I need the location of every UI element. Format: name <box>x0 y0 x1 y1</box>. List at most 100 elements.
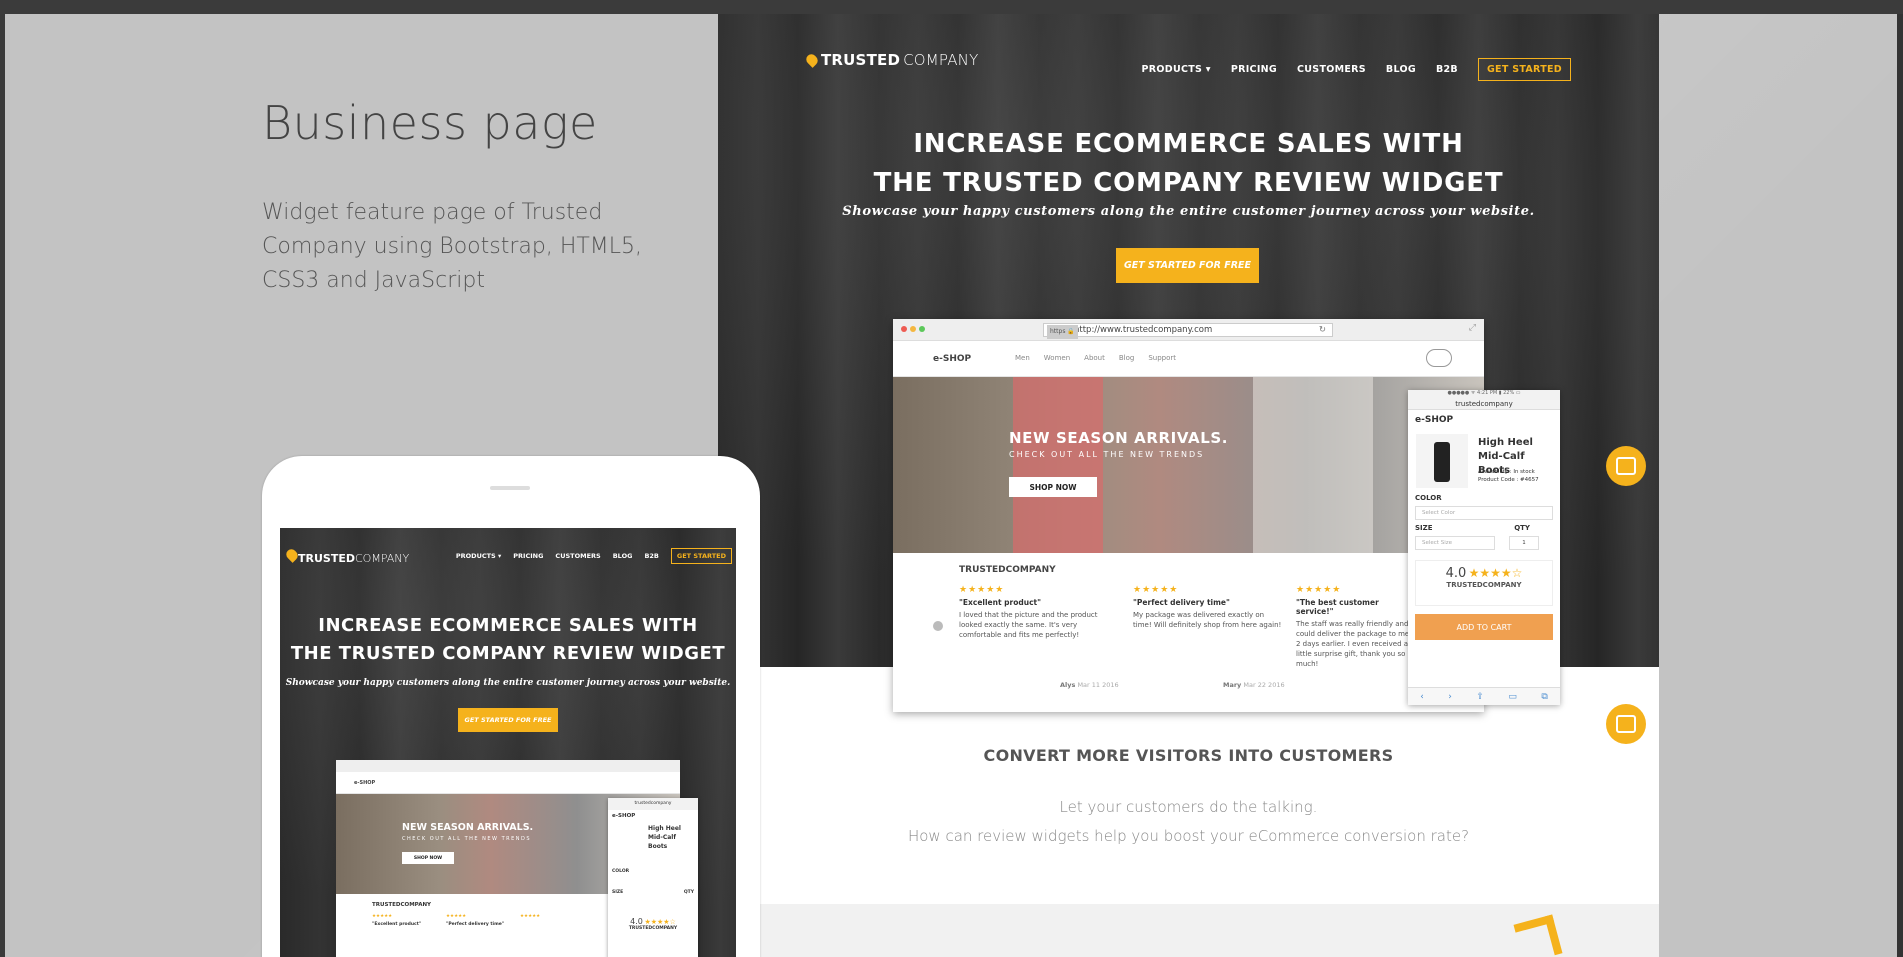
desktop-mockup: TRUSTED COMPANY PRODUCTS ▾ PRICING CUSTOM… <box>718 14 1659 957</box>
shop-now-button[interactable]: SHOP NOW <box>1009 477 1097 497</box>
nav-b2b[interactable]: B2B <box>1436 64 1458 75</box>
star-rating-icon: ★★★★★ <box>959 585 1005 595</box>
shop-link-about[interactable]: About <box>1084 354 1105 362</box>
product-summary: High Heel Mid-Calf Boots Availability : I… <box>1408 430 1560 492</box>
phone-mockup: ●●●●● ᯤ 4:21 PM ▮ 22% ▭ trustedcompany e… <box>1408 390 1560 705</box>
color-label: COLOR <box>1415 494 1442 502</box>
nav-customers[interactable]: CUSTOMERS <box>1297 64 1366 75</box>
phone-url-bar[interactable]: trustedcompany <box>1408 398 1560 410</box>
review-author: Mary Mar 22 2016 <box>1223 681 1285 689</box>
tablet-speaker <box>490 486 530 490</box>
add-to-cart-button[interactable]: ADD TO CART <box>1415 614 1553 640</box>
reviews-logo: TRUSTEDCOMPANY <box>959 565 1056 575</box>
cart-icon[interactable] <box>1426 349 1452 367</box>
phone-toolbar: ‹ › ⇪ ▭ ⧉ <box>1408 687 1560 705</box>
hero-headline-line1: INCREASE ECOMMERCE SALES WITH <box>913 129 1464 159</box>
review-card: ★★★★★ "The best customer service!" The s… <box>1296 585 1414 669</box>
tablet-subtitle: Showcase your happy customers along the … <box>285 678 731 688</box>
back-icon[interactable]: ‹ <box>1420 692 1424 702</box>
window-top-bar <box>0 0 1903 14</box>
shop-link-women[interactable]: Women <box>1044 354 1070 362</box>
share-icon[interactable]: ⇪ <box>1476 692 1484 702</box>
tablet-get-started-button[interactable]: GET STARTED FOR FREE <box>458 708 558 732</box>
hero-headline-line2: THE TRUSTED COMPANY REVIEW WIDGET <box>873 168 1504 198</box>
size-select[interactable]: Select Size <box>1415 536 1495 550</box>
https-badge: https 🔒 <box>1047 325 1078 339</box>
tablet-site-nav: PRODUCTS ▾ PRICING CUSTOMERS BLOG B2B GE… <box>456 548 732 564</box>
nav-get-started-button[interactable]: GET STARTED <box>670 548 732 564</box>
section-line-1: Let your customers do the talking. <box>1059 798 1318 816</box>
fullscreen-icon[interactable]: ⤢ <box>1469 323 1476 333</box>
chat-widget-icon[interactable] <box>1606 704 1646 744</box>
nav-b2b[interactable]: B2B <box>644 552 658 560</box>
nav-get-started-button[interactable]: GET STARTED <box>1477 58 1571 81</box>
maximize-dot-icon <box>919 326 925 332</box>
browser-toolbar: https 🔒 http://www.trustedcompany.com ↻ … <box>893 319 1484 341</box>
nav-blog[interactable]: BLOG <box>1386 64 1416 75</box>
rating-logo: TRUSTEDCOMPANY <box>1446 581 1522 589</box>
bookmarks-icon[interactable]: ▭ <box>1508 692 1517 702</box>
banner-title: NEW SEASON ARRIVALS. <box>1009 429 1229 447</box>
banner-subtitle: CHECK OUT ALL THE NEW TRENDS <box>1009 450 1205 459</box>
rating-stars-icon: ★★★★☆ <box>1468 566 1523 580</box>
reload-icon[interactable]: ↻ <box>1319 324 1326 336</box>
forward-icon[interactable]: › <box>1448 692 1452 702</box>
nav-products[interactable]: PRODUCTS ▾ <box>1142 64 1211 75</box>
close-dot-icon <box>901 326 907 332</box>
project-description: Widget feature page of Trusted Company u… <box>262 200 643 293</box>
star-rating-icon: ★★★★★ <box>1296 585 1342 595</box>
star-rating-icon: ★★★★★ <box>1133 585 1179 595</box>
nav-customers[interactable]: CUSTOMERS <box>555 552 600 560</box>
tablet-phone-mockup: trustedcompany e-SHOP High Heel Mid-Calf … <box>608 798 698 957</box>
qty-label: QTY <box>1514 524 1530 532</box>
product-meta: Availability : In stock Product Code : #4… <box>1478 469 1539 483</box>
tablet-site-logo[interactable]: TRUSTEDCOMPANY <box>284 547 409 565</box>
tabs-icon[interactable]: ⧉ <box>1541 692 1547 702</box>
phone-shop-brand: e-SHOP <box>1415 415 1454 425</box>
site-nav: PRODUCTS ▾ PRICING CUSTOMERS BLOG B2B GE… <box>1142 58 1571 81</box>
tablet-browser-toolbar <box>336 760 680 772</box>
banner-woman-image <box>1013 377 1103 553</box>
boot-product-image <box>1416 434 1468 488</box>
review-card: ★★★★★ "Perfect delivery time" My package… <box>1133 585 1282 629</box>
shop-link-men[interactable]: Men <box>1015 354 1030 362</box>
tablet-screen: TRUSTEDCOMPANY PRODUCTS ▾ PRICING CUSTOM… <box>280 528 736 957</box>
slider-prev-icon[interactable] <box>933 621 943 631</box>
browser-url-bar[interactable]: https 🔒 http://www.trustedcompany.com ↻ <box>1043 323 1333 339</box>
browser-mockup: https 🔒 http://www.trustedcompany.com ↻ … <box>893 319 1484 712</box>
phone-status-bar: ●●●●● ᯤ 4:21 PM ▮ 22% ▭ <box>1408 390 1560 398</box>
tablet-shop-navbar: e-SHOP <box>336 772 680 794</box>
logo-pin-icon <box>804 52 820 68</box>
section-title: CONVERT MORE VISITORS INTO CUSTOMERS <box>983 746 1394 765</box>
hero-subtitle: Showcase your happy customers along the … <box>842 204 1535 219</box>
shop-banner: NEW SEASON ARRIVALS. CHECK OUT ALL THE N… <box>893 377 1484 553</box>
tablet-browser-mockup: e-SHOP NEW SEASON ARRIVALS. CHECK OUT AL… <box>336 760 698 957</box>
shop-links: Men Women About Blog Support <box>1015 354 1176 362</box>
size-label: SIZE <box>1415 524 1433 532</box>
hero-get-started-button[interactable]: GET STARTED FOR FREE <box>1116 248 1259 283</box>
nav-pricing[interactable]: PRICING <box>513 552 543 560</box>
window-right-edge <box>1897 14 1903 957</box>
shop-link-support[interactable]: Support <box>1148 354 1176 362</box>
nav-pricing[interactable]: PRICING <box>1231 64 1277 75</box>
rating-score: 4.0 <box>1445 566 1467 581</box>
qty-stepper[interactable]: 1 <box>1509 536 1539 550</box>
rating-summary: 4.0 ★★★★☆ TRUSTEDCOMPANY <box>1415 560 1553 606</box>
tablet-headline-line2: THE TRUSTED COMPANY REVIEW WIDGET <box>290 643 726 664</box>
shop-brand[interactable]: e-SHOP <box>933 354 971 364</box>
chat-widget-icon[interactable] <box>1606 446 1646 486</box>
review-author: Alys Mar 11 2016 <box>1060 681 1119 689</box>
tablet-shop-now-button[interactable]: SHOP NOW <box>402 852 454 864</box>
review-card: ★★★★★ "Excellent product" I loved that t… <box>959 585 1109 640</box>
nav-blog[interactable]: BLOG <box>613 552 633 560</box>
review-widget: TRUSTEDCOMPANY ★★★★★ "Excellent product"… <box>893 553 1484 693</box>
banner-man-image <box>1253 377 1373 553</box>
color-select[interactable]: Select Color <box>1415 506 1553 520</box>
shop-link-blog[interactable]: Blog <box>1119 354 1134 362</box>
tablet-headline-line1: INCREASE ECOMMERCE SALES WITH <box>318 615 698 636</box>
section-line-2: How can review widgets help you boost yo… <box>907 827 1470 845</box>
project-title: Business page <box>262 96 598 150</box>
site-logo[interactable]: TRUSTED COMPANY <box>804 51 978 69</box>
shop-navbar: e-SHOP Men Women About Blog Support <box>893 341 1484 377</box>
nav-products[interactable]: PRODUCTS ▾ <box>456 552 501 560</box>
